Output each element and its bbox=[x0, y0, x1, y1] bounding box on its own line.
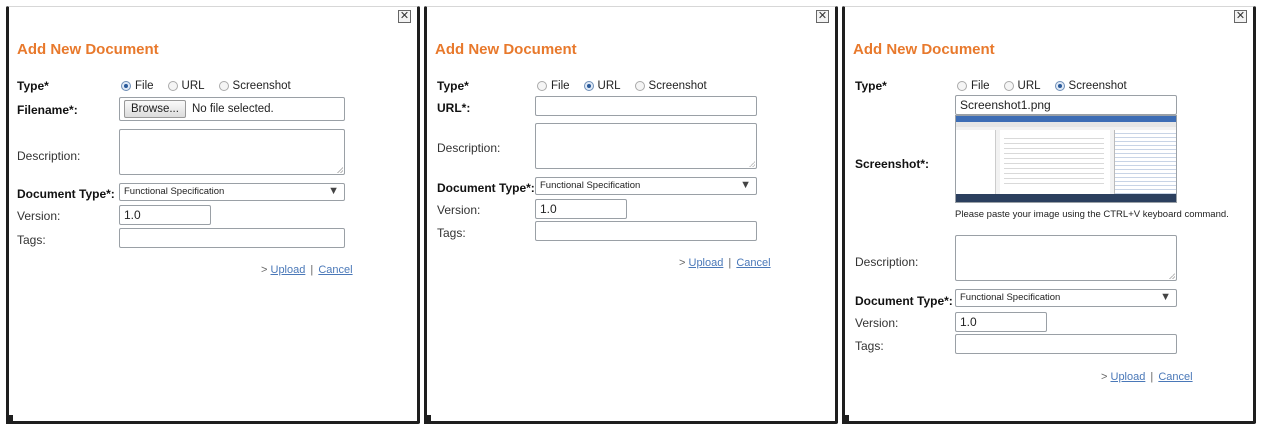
paste-hint: Please paste your image using the CTRL+V… bbox=[955, 209, 1229, 220]
tags-field[interactable] bbox=[955, 334, 1177, 354]
type-radio-url[interactable]: URL bbox=[1003, 80, 1041, 92]
version-label: Version: bbox=[855, 316, 899, 330]
radio-icon[interactable] bbox=[537, 81, 547, 91]
url-field[interactable] bbox=[535, 96, 757, 116]
file-status: No file selected. bbox=[191, 103, 274, 115]
close-icon[interactable]: ✕ bbox=[816, 10, 829, 23]
resize-handle[interactable] bbox=[842, 415, 849, 424]
chevron-down-icon: ▼ bbox=[328, 185, 339, 197]
cancel-link[interactable]: Cancel bbox=[318, 264, 352, 276]
type-radio-file[interactable]: File bbox=[537, 80, 570, 92]
document-type-value: Functional Specification bbox=[960, 292, 1061, 303]
version-label: Version: bbox=[437, 203, 481, 217]
type-radio-screenshot[interactable]: Screenshot bbox=[634, 80, 707, 92]
radio-icon[interactable] bbox=[218, 81, 229, 91]
version-field[interactable] bbox=[955, 312, 1047, 332]
add-document-dialog-file: ✕ Add New Document Type* File URL Screen… bbox=[6, 6, 420, 424]
type-radio-screenshot[interactable]: Screenshot bbox=[218, 80, 291, 92]
version-field[interactable] bbox=[119, 205, 211, 225]
version-field[interactable] bbox=[535, 199, 627, 219]
type-radio-file[interactable]: File bbox=[957, 80, 990, 92]
form-actions: > Upload | Cancel bbox=[679, 257, 771, 269]
description-label: Description: bbox=[437, 141, 501, 155]
form-actions: > Upload | Cancel bbox=[261, 264, 353, 276]
description-label: Description: bbox=[855, 255, 919, 269]
screenshot-name-field[interactable] bbox=[955, 95, 1177, 115]
version-label: Version: bbox=[17, 209, 61, 223]
radio-icon[interactable] bbox=[1054, 81, 1065, 91]
dialog-title: Add New Document bbox=[17, 41, 159, 58]
resize-handle[interactable] bbox=[6, 415, 13, 424]
type-radio-screenshot[interactable]: Screenshot bbox=[1054, 80, 1127, 92]
tags-field[interactable] bbox=[119, 228, 345, 248]
add-document-dialog-url: ✕ Add New Document Type* File URL Screen… bbox=[424, 6, 838, 424]
dialog-title: Add New Document bbox=[435, 41, 577, 58]
radio-icon[interactable] bbox=[167, 81, 178, 91]
document-type-value: Functional Specification bbox=[540, 180, 641, 191]
radio-icon[interactable] bbox=[121, 81, 131, 91]
file-input[interactable]: Browse... No file selected. bbox=[119, 97, 345, 121]
upload-link[interactable]: Upload bbox=[271, 264, 306, 276]
description-field[interactable] bbox=[119, 129, 345, 175]
type-radio-url[interactable]: URL bbox=[167, 80, 205, 92]
radio-icon[interactable] bbox=[583, 81, 594, 91]
cancel-link[interactable]: Cancel bbox=[736, 257, 770, 269]
upload-link[interactable]: Upload bbox=[1111, 371, 1146, 383]
type-label: Type* bbox=[17, 79, 49, 93]
url-label: URL*: bbox=[437, 101, 471, 115]
document-type-select[interactable]: Functional Specification ▼ bbox=[955, 289, 1177, 307]
screenshot-label: Screenshot*: bbox=[855, 157, 930, 171]
tags-field[interactable] bbox=[535, 221, 757, 241]
close-icon[interactable]: ✕ bbox=[398, 10, 411, 23]
document-type-label: Document Type*: bbox=[17, 187, 115, 201]
chevron-down-icon: ▼ bbox=[1160, 291, 1171, 303]
upload-link[interactable]: Upload bbox=[689, 257, 724, 269]
type-label: Type* bbox=[855, 79, 887, 93]
description-field[interactable] bbox=[535, 123, 757, 169]
type-radio-group: File URL Screenshot bbox=[121, 80, 305, 92]
tags-label: Tags: bbox=[17, 233, 46, 247]
document-type-label: Document Type*: bbox=[855, 294, 953, 308]
dialog-title: Add New Document bbox=[853, 41, 995, 58]
screenshot-preview bbox=[955, 115, 1177, 203]
description-field[interactable] bbox=[955, 235, 1177, 281]
document-type-select[interactable]: Functional Specification ▼ bbox=[535, 177, 757, 195]
type-radio-url[interactable]: URL bbox=[583, 80, 621, 92]
radio-icon[interactable] bbox=[1003, 81, 1014, 91]
chevron-down-icon: ▼ bbox=[740, 179, 751, 191]
document-type-select[interactable]: Functional Specification ▼ bbox=[119, 183, 345, 201]
tags-label: Tags: bbox=[437, 226, 466, 240]
add-document-dialog-screenshot: ✕ Add New Document Type* File URL Screen… bbox=[842, 6, 1256, 424]
browse-button[interactable]: Browse... bbox=[124, 100, 186, 118]
form-actions: > Upload | Cancel bbox=[1101, 371, 1193, 383]
type-radio-group: File URL Screenshot bbox=[537, 80, 721, 92]
description-label: Description: bbox=[17, 149, 81, 163]
document-type-label: Document Type*: bbox=[437, 181, 535, 195]
resize-handle[interactable] bbox=[424, 415, 431, 424]
type-radio-group: File URL Screenshot bbox=[957, 80, 1141, 92]
radio-icon[interactable] bbox=[957, 81, 967, 91]
type-radio-file[interactable]: File bbox=[121, 80, 154, 92]
filename-label: Filename*: bbox=[17, 103, 78, 117]
tags-label: Tags: bbox=[855, 339, 884, 353]
close-icon[interactable]: ✕ bbox=[1234, 10, 1247, 23]
radio-icon[interactable] bbox=[634, 81, 645, 91]
document-type-value: Functional Specification bbox=[124, 186, 225, 197]
cancel-link[interactable]: Cancel bbox=[1158, 371, 1192, 383]
type-label: Type* bbox=[437, 79, 469, 93]
